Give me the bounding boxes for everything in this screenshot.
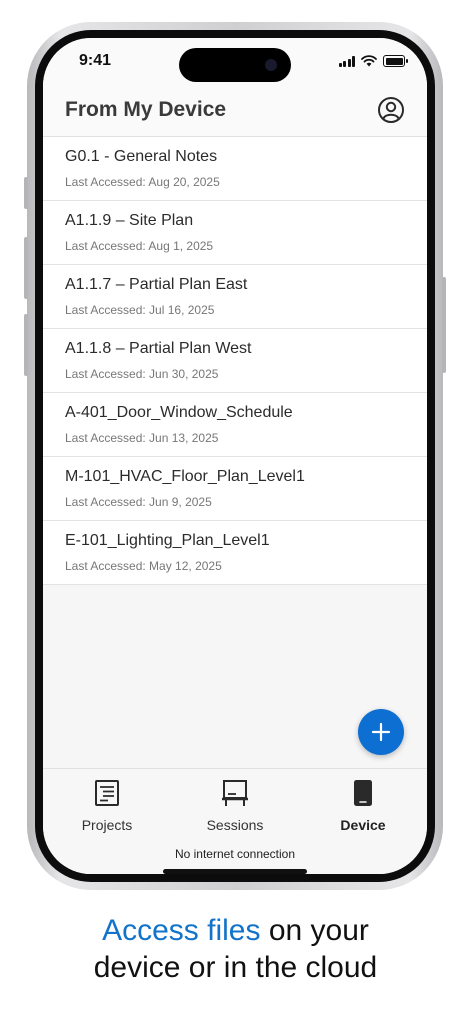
connection-status: No internet connection	[174, 847, 296, 861]
phone-frame: 9:41 From My Device G0.1 - General Notes…	[24, 22, 446, 890]
document-list-icon	[95, 780, 119, 806]
home-indicator[interactable]	[163, 869, 307, 874]
file-list-item[interactable]: A1.1.7 – Partial Plan East Last Accessed…	[43, 265, 427, 329]
action-button	[24, 177, 28, 209]
status-bar: 9:41	[43, 38, 427, 92]
file-last-accessed: Last Accessed: Jun 9, 2025	[65, 495, 212, 509]
file-list-item[interactable]: A1.1.8 – Partial Plan West Last Accessed…	[43, 329, 427, 393]
file-list: G0.1 - General Notes Last Accessed: Aug …	[43, 137, 427, 585]
plus-icon	[371, 722, 391, 742]
caption-highlight: Access files	[102, 914, 261, 947]
file-name: M-101_HVAC_Floor_Plan_Level1	[65, 468, 305, 485]
caption-line2: device or in the cloud	[93, 951, 378, 984]
cellular-signal-icon	[338, 55, 355, 67]
add-file-button[interactable]	[358, 709, 404, 755]
status-icons	[338, 55, 408, 67]
file-list-item[interactable]: G0.1 - General Notes Last Accessed: Aug …	[43, 137, 427, 201]
screen: 9:41 From My Device G0.1 - General Notes…	[43, 38, 427, 874]
file-last-accessed: Last Accessed: Jul 16, 2025	[65, 303, 215, 317]
file-last-accessed: Last Accessed: Jun 13, 2025	[65, 431, 219, 445]
user-profile-icon	[378, 97, 404, 123]
file-list-item[interactable]: A1.1.9 – Site Plan Last Accessed: Aug 1,…	[43, 201, 427, 265]
file-last-accessed: Last Accessed: Jun 30, 2025	[65, 367, 219, 381]
file-name: A1.1.7 – Partial Plan East	[65, 276, 248, 293]
profile-button[interactable]	[377, 96, 405, 124]
workstation-icon	[222, 780, 248, 806]
tab-label: Projects	[81, 817, 133, 833]
file-name: A-401_Door_Window_Schedule	[65, 404, 293, 421]
file-list-item[interactable]: E-101_Lighting_Plan_Level1 Last Accessed…	[43, 521, 427, 585]
status-time: 9:41	[79, 52, 112, 69]
file-last-accessed: Last Accessed: Aug 20, 2025	[65, 175, 220, 189]
file-name: A1.1.9 – Site Plan	[65, 212, 194, 229]
file-name: E-101_Lighting_Plan_Level1	[65, 532, 270, 549]
wifi-icon	[361, 55, 377, 67]
file-last-accessed: Last Accessed: Aug 1, 2025	[65, 239, 214, 253]
power-button	[442, 277, 446, 373]
tab-projects[interactable]: Projects	[52, 779, 162, 833]
file-list-item[interactable]: M-101_HVAC_Floor_Plan_Level1 Last Access…	[43, 457, 427, 521]
tab-sessions[interactable]: Sessions	[180, 779, 290, 833]
file-name: G0.1 - General Notes	[65, 148, 218, 165]
tab-device[interactable]: Device	[308, 779, 418, 833]
battery-icon	[383, 55, 408, 67]
phone-bezel: 9:41 From My Device G0.1 - General Notes…	[35, 30, 435, 882]
caption-line1: on your	[260, 914, 369, 947]
volume-up-button	[24, 237, 28, 299]
tab-label: Sessions	[206, 817, 264, 833]
app-header: From My Device	[43, 92, 427, 137]
tab-bar: Projects Sessions Device No internet con…	[43, 768, 427, 874]
camera-icon	[265, 59, 277, 71]
file-name: A1.1.8 – Partial Plan West	[65, 340, 252, 357]
file-last-accessed: Last Accessed: May 12, 2025	[65, 559, 222, 573]
volume-down-button	[24, 314, 28, 376]
file-list-item[interactable]: A-401_Door_Window_Schedule Last Accessed…	[43, 393, 427, 457]
page-title: From My Device	[65, 98, 227, 121]
phone-icon	[354, 780, 372, 806]
marketing-caption: Access files on your device or in the cl…	[0, 912, 471, 986]
tab-label: Device	[340, 817, 386, 833]
dynamic-island	[179, 48, 291, 82]
